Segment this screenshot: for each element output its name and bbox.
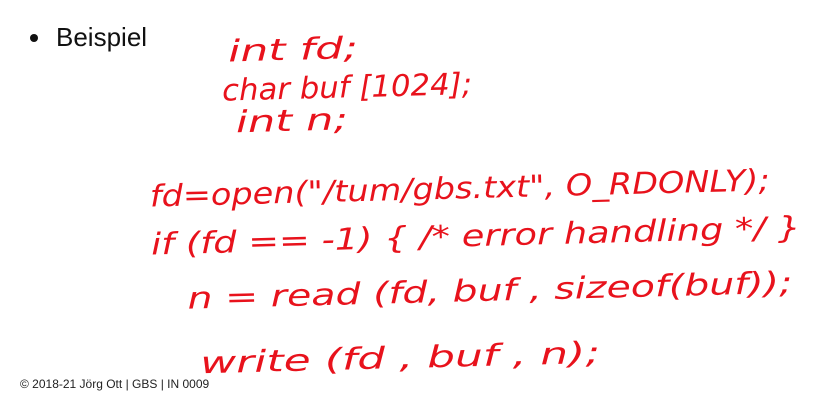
ink-line-3: int n; xyxy=(235,102,348,140)
ink-line-1: int fd; xyxy=(228,31,359,69)
handwritten-code-annotation: int fd; char buf [1024]; int n; fd=open(… xyxy=(149,31,802,381)
ink-line-4: fd=open("/tum/gbs.txt", O_RDONLY); xyxy=(149,163,770,214)
slide-footer: © 2018-21 Jörg Ott | GBS | IN 0009 xyxy=(20,377,210,391)
slide: Beispiel int fd; char buf [1024]; int n;… xyxy=(0,0,821,406)
ink-line-6: n = read (fd, buf , sizeof(buf)); xyxy=(187,266,793,317)
ink-line-5: if (fd == -1) { /* error handling */ } xyxy=(151,211,802,263)
ink-line-7: write (fd , buf , n); xyxy=(200,336,601,381)
